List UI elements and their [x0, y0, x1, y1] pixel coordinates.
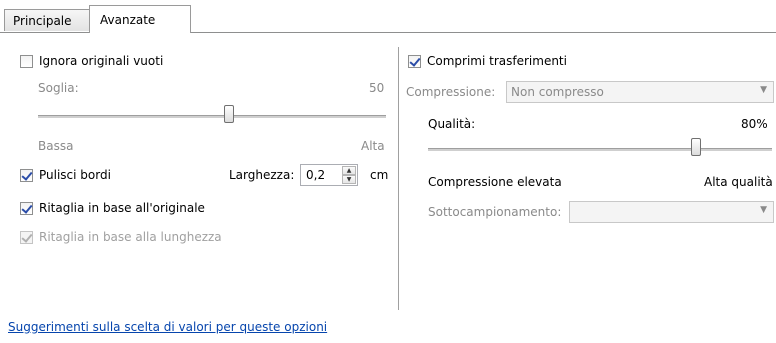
chevron-down-icon: ▼: [760, 85, 767, 95]
ritaglia-lunghezza-checkbox[interactable]: [20, 230, 33, 244]
qualita-slider-thumb[interactable]: [691, 138, 702, 156]
spin-up-icon[interactable]: ▲: [342, 166, 356, 175]
tab-principale[interactable]: Principale: [4, 9, 90, 31]
comprimi-trasferimenti-row[interactable]: Comprimi trasferimenti: [408, 54, 567, 68]
comprimi-trasferimenti-checkbox[interactable]: [408, 54, 421, 68]
larghezza-unit: cm: [370, 168, 389, 182]
compressione-elevata-label: Compressione elevata: [428, 175, 562, 189]
comprimi-trasferimenti-label: Comprimi trasferimenti: [427, 54, 567, 68]
soglia-label: Soglia:: [38, 81, 79, 95]
soglia-value: 50: [369, 81, 385, 95]
spin-down-icon[interactable]: ▼: [342, 175, 356, 184]
soglia-min-label: Bassa: [38, 139, 74, 153]
ritaglia-originale-checkbox[interactable]: [20, 201, 33, 215]
pulisci-bordi-label: Pulisci bordi: [39, 168, 111, 182]
larghezza-value[interactable]: 0,2: [306, 168, 325, 182]
ritaglia-lunghezza-row[interactable]: Ritaglia in base alla lunghezza: [20, 230, 222, 244]
compressione-select[interactable]: Non compresso ▼: [506, 81, 774, 103]
larghezza-label: Larghezza:: [229, 168, 295, 182]
ignora-originali-checkbox-row[interactable]: Ignora originali vuoti: [20, 54, 163, 68]
qualita-value: 80%: [741, 117, 768, 131]
soglia-slider-track[interactable]: [38, 115, 386, 118]
tab-avanzate[interactable]: Avanzate: [89, 5, 191, 33]
alta-qualita-label: Alta qualità: [704, 175, 773, 189]
larghezza-stepper[interactable]: 0,2 ▲ ▼: [300, 164, 358, 186]
ritaglia-originale-label: Ritaglia in base all'originale: [39, 201, 205, 215]
sottocampionamento-select[interactable]: ▼: [569, 201, 774, 223]
chevron-down-icon: ▼: [760, 205, 767, 215]
pulisci-bordi-row[interactable]: Pulisci bordi: [20, 168, 111, 182]
compressione-label: Compressione:: [406, 85, 496, 99]
ignora-originali-label: Ignora originali vuoti: [39, 54, 164, 68]
ignora-originali-checkbox[interactable]: [20, 54, 33, 68]
pulisci-bordi-checkbox[interactable]: [20, 168, 33, 182]
help-link[interactable]: Suggerimenti sulla scelta di valori per …: [8, 320, 327, 334]
ritaglia-originale-row[interactable]: Ritaglia in base all'originale: [20, 201, 205, 215]
soglia-slider-thumb[interactable]: [224, 105, 235, 123]
soglia-max-label: Alta: [361, 139, 385, 153]
qualita-label: Qualità:: [428, 117, 476, 131]
ritaglia-lunghezza-label: Ritaglia in base alla lunghezza: [39, 230, 222, 244]
tab-strip: Principale Avanzate: [0, 0, 776, 33]
qualita-slider-track[interactable]: [428, 148, 772, 151]
larghezza-spin-buttons: ▲ ▼: [342, 166, 356, 184]
column-divider: [398, 47, 399, 310]
compressione-select-value: Non compresso: [511, 85, 604, 99]
sottocampionamento-label: Sottocampionamento:: [428, 205, 562, 219]
